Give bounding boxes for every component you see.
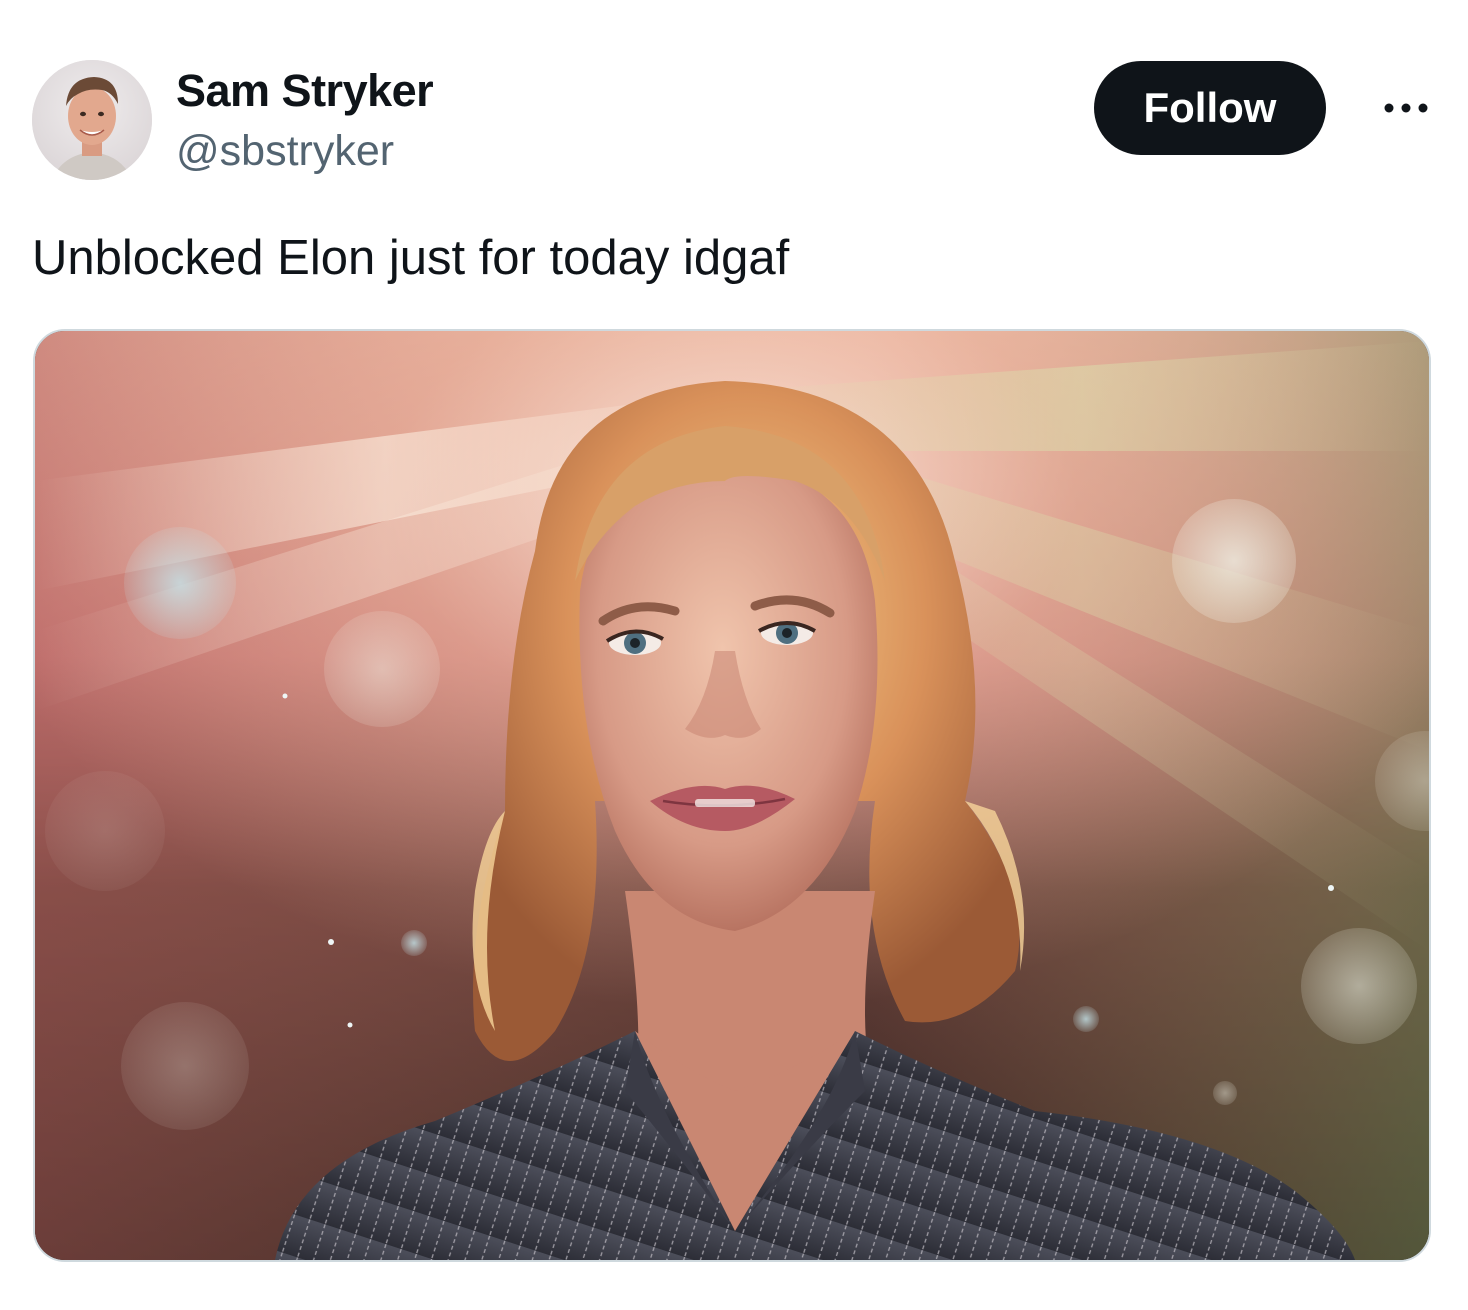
- author-display-name[interactable]: Sam Stryker: [176, 64, 434, 118]
- author-handle[interactable]: @sbstryker: [176, 124, 394, 178]
- more-options-button[interactable]: [1376, 86, 1436, 130]
- avatar-photo-icon: [32, 60, 152, 180]
- follow-button[interactable]: Follow: [1094, 61, 1326, 155]
- author-avatar[interactable]: [32, 60, 152, 180]
- more-horizontal-icon: [1384, 103, 1428, 113]
- tweet-media-photo[interactable]: [33, 329, 1431, 1262]
- photo-image: [35, 331, 1429, 1260]
- tweet-text: Unblocked Elon just for today idgaf: [32, 231, 790, 285]
